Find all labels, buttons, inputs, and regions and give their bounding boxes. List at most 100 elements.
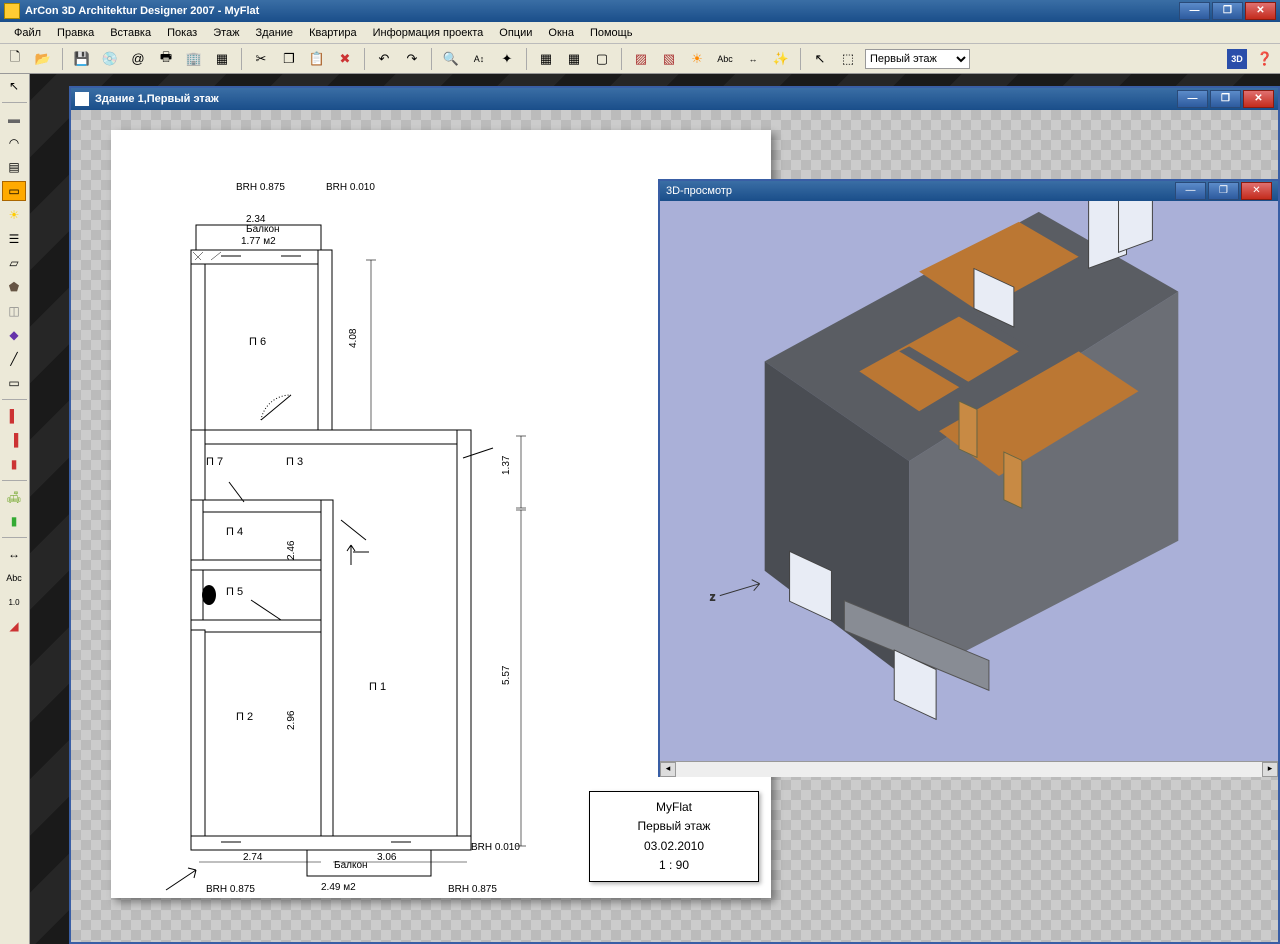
undo-icon[interactable]: ↶ [373, 48, 395, 70]
doc-minimize-button[interactable]: — [1177, 90, 1208, 108]
dim-label: 3.06 [377, 852, 397, 863]
date-label: 03.02.2010 [590, 837, 758, 856]
minimize-button[interactable]: — [1179, 2, 1210, 20]
hatch2-icon[interactable]: ▧ [658, 48, 680, 70]
compass-icon[interactable]: ✦ [496, 48, 518, 70]
redo-icon[interactable]: ↷ [401, 48, 423, 70]
measure-icon[interactable]: ↔ [2, 544, 26, 564]
extrude-icon[interactable]: ◆ [2, 325, 26, 345]
3d-viewport[interactable]: z [660, 201, 1278, 761]
menu-bar: Файл Правка Вставка Показ Этаж Здание Кв… [0, 22, 1280, 44]
cut-icon[interactable]: ✂ [250, 48, 272, 70]
cursor-icon[interactable]: ↖ [809, 48, 831, 70]
3d-viewer-title: 3D-просмотр [666, 185, 1173, 197]
text2-icon[interactable]: Abc [2, 568, 26, 588]
menu-insert[interactable]: Вставка [102, 25, 159, 41]
plant-icon[interactable]: ▮ [2, 511, 26, 531]
select-icon[interactable]: ⬚ [837, 48, 859, 70]
delete-icon[interactable]: ✖ [334, 48, 356, 70]
furniture-icon[interactable]: 🛋 [2, 487, 26, 507]
grid-icon[interactable]: ▦ [535, 48, 557, 70]
text-icon[interactable]: Abc [714, 48, 736, 70]
menu-project-info[interactable]: Информация проекта [365, 25, 492, 41]
tile-icon[interactable]: ▢ [591, 48, 613, 70]
sun2-icon[interactable]: ☀ [2, 205, 26, 225]
paste-icon[interactable]: 📋 [306, 48, 328, 70]
menu-floor[interactable]: Этаж [205, 25, 247, 41]
dim-icon[interactable]: ↔ [742, 48, 764, 70]
open-icon[interactable]: 📂 [32, 48, 54, 70]
grid2-icon[interactable]: ▦ [563, 48, 585, 70]
toolbar-separator [62, 48, 63, 70]
toolbar-separator [526, 48, 527, 70]
floor-selector[interactable]: Первый этаж [865, 49, 970, 69]
wand-icon[interactable]: ✨ [770, 48, 792, 70]
menu-options[interactable]: Опции [491, 25, 540, 41]
doc-icon [75, 92, 89, 106]
3d-icon[interactable]: 3D [1226, 48, 1248, 70]
help-icon[interactable]: ❓ [1254, 48, 1276, 70]
hatch-icon[interactable]: ▤ [2, 157, 26, 177]
close-button[interactable]: ✕ [1245, 2, 1276, 20]
3d-close-button[interactable]: ✕ [1241, 182, 1272, 200]
shape-icon[interactable]: ▱ [2, 253, 26, 273]
dim-label: 4.08 [348, 328, 359, 348]
zoom-out-icon[interactable]: A↕ [468, 48, 490, 70]
scroll-track[interactable] [676, 762, 1262, 777]
brh-label: BRH 0.010 [326, 182, 375, 193]
3d-scrollbar-horizontal[interactable]: ◂ ▸ [660, 761, 1278, 777]
tag-icon[interactable]: 1.0 [2, 592, 26, 612]
terrain-icon[interactable]: ⬟ [2, 277, 26, 297]
floorplan-title: Здание 1,Первый этаж [95, 93, 1175, 105]
wall-icon[interactable]: ▬ [2, 109, 26, 129]
arc-icon[interactable]: ◠ [2, 133, 26, 153]
toolbar-separator [621, 48, 622, 70]
brh-label: BRH 0.875 [236, 182, 285, 193]
menu-apartment[interactable]: Квартира [301, 25, 365, 41]
section-icon[interactable]: ◢ [2, 616, 26, 636]
dim-label: 2.96 [286, 710, 297, 730]
3d-minimize-button[interactable]: — [1175, 182, 1206, 200]
workspace: ↖ ▬ ◠ ▤ ▭ ☀ ☰ ▱ ⬟ ◫ ◆ ╱ ▭ ▌ ▐ ▮ 🛋 ▮ ↔ Ab… [0, 74, 1280, 944]
doc-maximize-button[interactable]: ❐ [1210, 90, 1241, 108]
hatch1-icon[interactable]: ▨ [630, 48, 652, 70]
menu-view[interactable]: Показ [159, 25, 205, 41]
floorplan-titlebar[interactable]: Здание 1,Первый этаж — ❐ ✕ [71, 88, 1278, 110]
doc-close-button[interactable]: ✕ [1243, 90, 1274, 108]
toolbar-separator [241, 48, 242, 70]
room-label: П 4 [226, 526, 243, 538]
line-icon[interactable]: ╱ [2, 349, 26, 369]
pointer-icon[interactable]: ↖ [2, 76, 26, 96]
menu-edit[interactable]: Правка [49, 25, 102, 41]
mesh-icon[interactable]: ◫ [2, 301, 26, 321]
room-icon[interactable]: ▭ [2, 181, 26, 201]
window-icon[interactable]: ▐ [2, 430, 26, 450]
menu-file[interactable]: Файл [6, 25, 49, 41]
layers-icon[interactable]: ▦ [211, 48, 233, 70]
scroll-left-icon[interactable]: ◂ [660, 762, 676, 777]
copy-icon[interactable]: ❐ [278, 48, 300, 70]
print-icon[interactable]: 🖶 [155, 48, 177, 70]
sun-icon[interactable]: ☀ [686, 48, 708, 70]
email-icon[interactable]: @ [127, 48, 149, 70]
buildings-icon[interactable]: 🏢 [183, 48, 205, 70]
diskette-icon[interactable]: 💿 [99, 48, 121, 70]
3d-maximize-button[interactable]: ❐ [1208, 182, 1239, 200]
stairs-icon[interactable]: ☰ [2, 229, 26, 249]
3d-viewer-titlebar[interactable]: 3D-просмотр — ❐ ✕ [660, 181, 1278, 201]
main-toolbar: 🗋 📂 💾 💿 @ 🖶 🏢 ▦ ✂ ❐ 📋 ✖ ↶ ↷ 🔍 A↕ ✦ ▦ ▦ ▢… [0, 44, 1280, 74]
scale-label: 1 : 90 [590, 856, 758, 875]
scroll-right-icon[interactable]: ▸ [1262, 762, 1278, 777]
rect-icon[interactable]: ▭ [2, 373, 26, 393]
new-icon[interactable]: 🗋 [4, 48, 26, 70]
menu-building[interactable]: Здание [248, 25, 302, 41]
menu-help[interactable]: Помощь [582, 25, 641, 41]
opening-icon[interactable]: ▮ [2, 454, 26, 474]
zoom-icon[interactable]: 🔍 [440, 48, 462, 70]
door-icon[interactable]: ▌ [2, 406, 26, 426]
maximize-button[interactable]: ❐ [1212, 2, 1243, 20]
room-label: П 5 [226, 586, 243, 598]
brh-label: BRH 0.010 [471, 842, 520, 853]
menu-windows[interactable]: Окна [540, 25, 582, 41]
save-icon[interactable]: 💾 [71, 48, 93, 70]
